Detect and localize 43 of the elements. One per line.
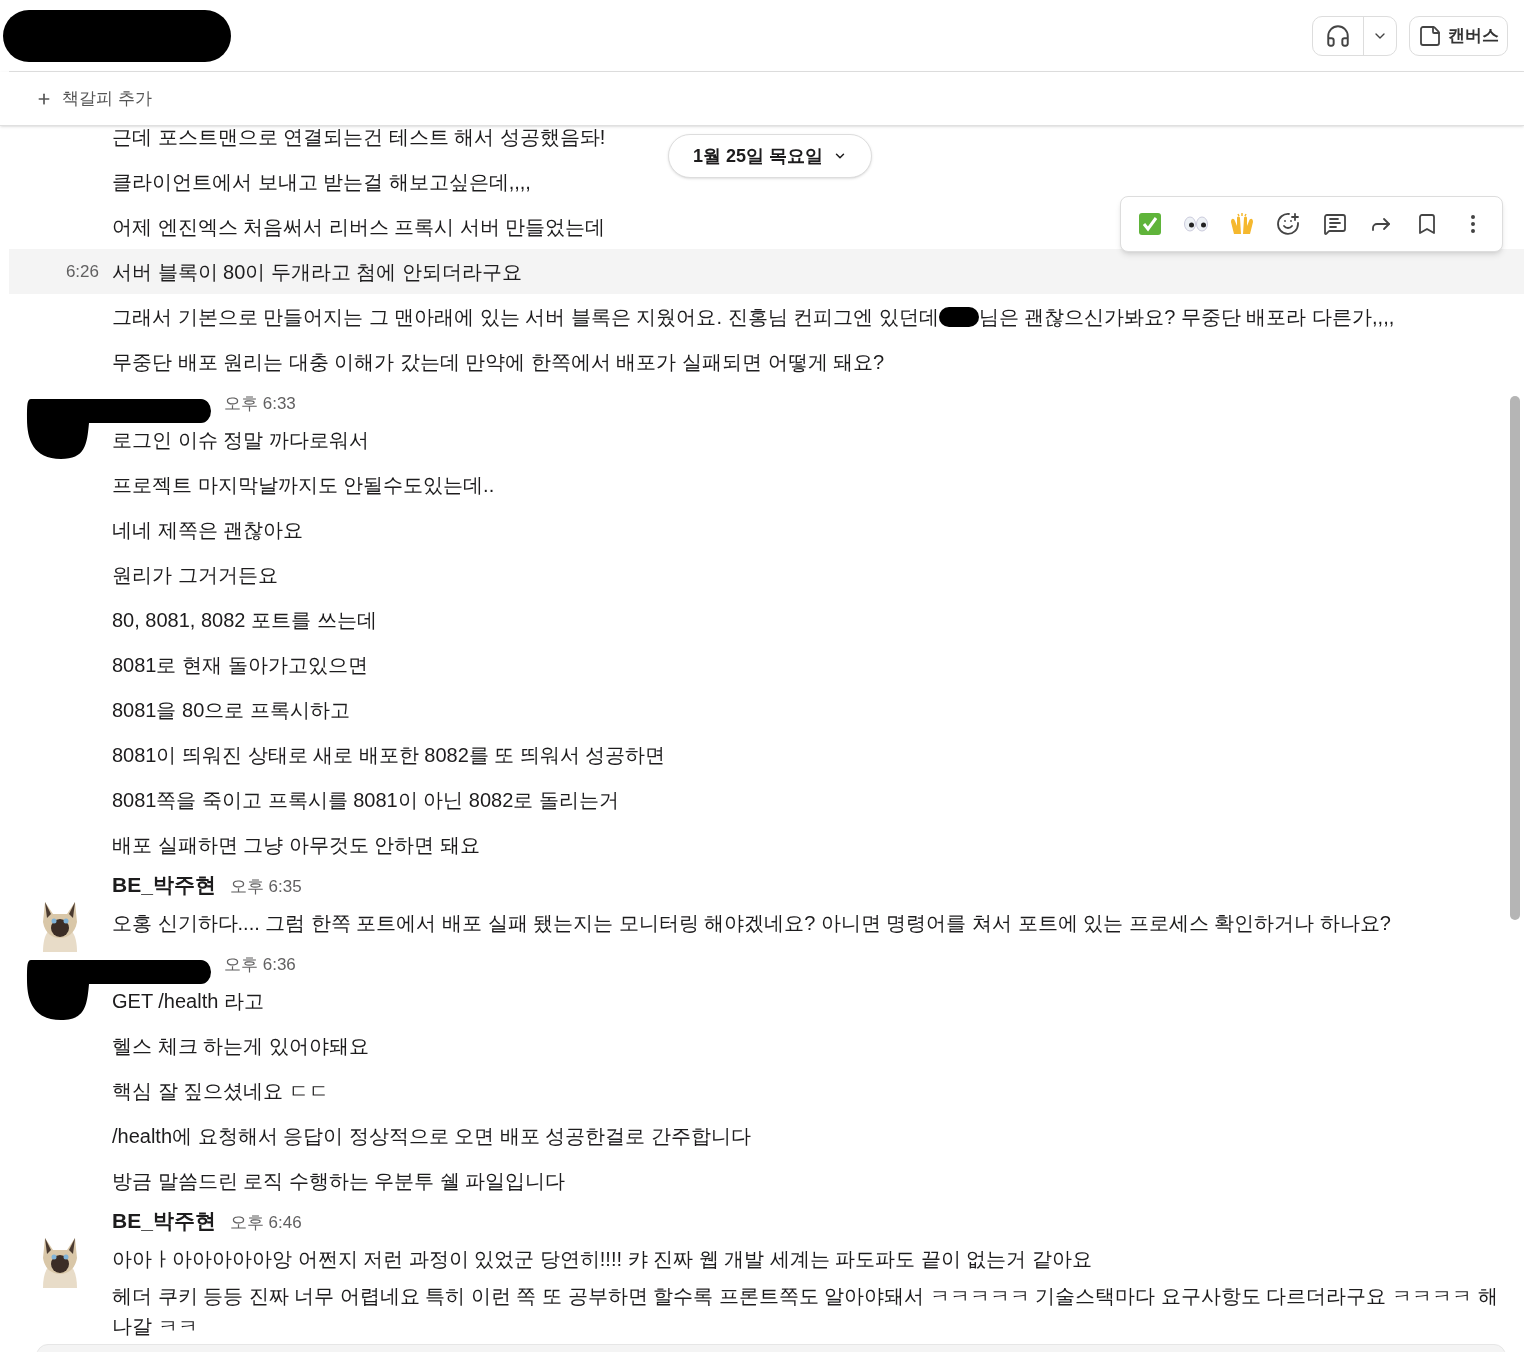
- eyes-icon[interactable]: [1183, 214, 1210, 234]
- message-time[interactable]: 6:26: [65, 258, 99, 285]
- message-text: GET /health 라고: [112, 988, 264, 1014]
- message-timestamp[interactable]: 오후 6:36: [224, 951, 296, 977]
- message-text: 프로젝트 마지막날까지도 안될수도있는데..: [112, 472, 495, 498]
- message-text: 8081로 현재 돌아가고있으면: [112, 652, 368, 678]
- canvas-button[interactable]: 캔버스: [1409, 15, 1508, 56]
- message-timestamp[interactable]: 오후 6:46: [229, 1209, 302, 1235]
- message-text: 님은 괜찮으신가봐요? 무중단 배포라 다른가,,,,: [978, 304, 1395, 330]
- note-icon: [1418, 23, 1442, 48]
- message-text: 헬스 체크 하는게 있어야돼요: [112, 1033, 369, 1059]
- message-text: 방금 말씀드린 로직 수행하는 우분투 쉘 파일입니다: [112, 1168, 566, 1194]
- check-mark-icon[interactable]: [1138, 212, 1163, 236]
- message-text: 배포 실패하면 그냥 아무것도 안하면 돼요: [112, 832, 480, 858]
- message-text: 아아ㅏ아아아아아앙 어쩐지 저런 과정이 있었군 당연히!!!! 캬 진짜 웹 개발 세계는 파도파도 끝이 없는거 같아요: [112, 1246, 1093, 1272]
- message-text: 어제 엔진엑스 처음써서 리버스 프록시 서버 만들었는데: [112, 214, 606, 240]
- thread-icon[interactable]: [1322, 212, 1347, 236]
- message-text: 8081쪽을 죽이고 프록시를 8081이 아닌 8082로 돌리는거: [112, 787, 619, 813]
- message-timestamp[interactable]: 오후 6:35: [229, 873, 302, 899]
- message-timestamp[interactable]: 오후 6:33: [224, 390, 296, 416]
- date-divider-button[interactable]: 1월 25일 목요일: [668, 134, 873, 178]
- redaction-mark: [938, 306, 979, 327]
- message-text: 무중단 배포 원리는 대충 이해가 갔는데 만약에 한쪽에서 배포가 실패되면 어떻게 돼요?: [112, 349, 885, 375]
- message-text: 클라이언트에서 보내고 받는걸 해보고싶은데,,,,: [112, 169, 531, 195]
- add-bookmark-button[interactable]: 책갈피 추가: [36, 85, 152, 112]
- message-text: 로그인 이슈 정말 까다로워서: [112, 427, 369, 453]
- message-text: 서버 블록이 80이 두개라고 첨에 안되더라구요: [112, 259, 523, 285]
- message-text: 네네 제쪽은 괜찮아요: [112, 517, 304, 543]
- message-text: 핵심 잘 짚으셨네요 ㄷㄷ: [112, 1078, 329, 1104]
- message-text: 그래서 기본으로 만들어지는 그 맨아래에 있는 서버 블록은 지웠어요. 진홍님 컨피그엔 있던데: [112, 304, 939, 330]
- huddle-button[interactable]: [1312, 15, 1397, 56]
- headphones-icon[interactable]: [1325, 22, 1351, 49]
- message-text: 8081이 띄워진 상태로 새로 배포한 8082를 또 띄워서 성공하면: [112, 742, 666, 768]
- message-text: /health에 요청해서 응답이 정상적으로 오면 배포 성공한걸로 간주합니다: [112, 1123, 751, 1149]
- message-text: 8081을 80으로 프록시하고: [112, 697, 350, 723]
- message-text: 80, 8081, 8082 포트를 쓰는데: [112, 607, 377, 633]
- add-reaction-icon[interactable]: [1276, 212, 1301, 236]
- message-text: 근데 포스트맨으로 연결되는건 테스트 해서 성공했음돠!: [112, 126, 606, 150]
- message-text: 헤더 쿠키 등등 진짜 너무 어렵네요 특히 이런 쪽 또 공부하면 할수록 프론트쪽도 알아야돼서 ㅋㅋㅋㅋㅋ 기술스택마다 요구사항도 다르더라구요 ㅋㅋㅋㅋ 해나갈 ㅋㅋ: [112, 1284, 1499, 1339]
- author-name[interactable]: BE_박주현: [112, 1204, 216, 1236]
- message-text: 원리가 그거거든요: [112, 562, 278, 588]
- message-text: 오홍 신기하다.... 그럼 한쪽 포트에서 배포 실패 됐는지는 모니터링 해야겠네요? 아니면 명령어를 쳐서 포트에 있는 프로세스 확인하거나 하나요?: [112, 910, 1391, 936]
- author-name[interactable]: BE_박주현: [112, 868, 216, 900]
